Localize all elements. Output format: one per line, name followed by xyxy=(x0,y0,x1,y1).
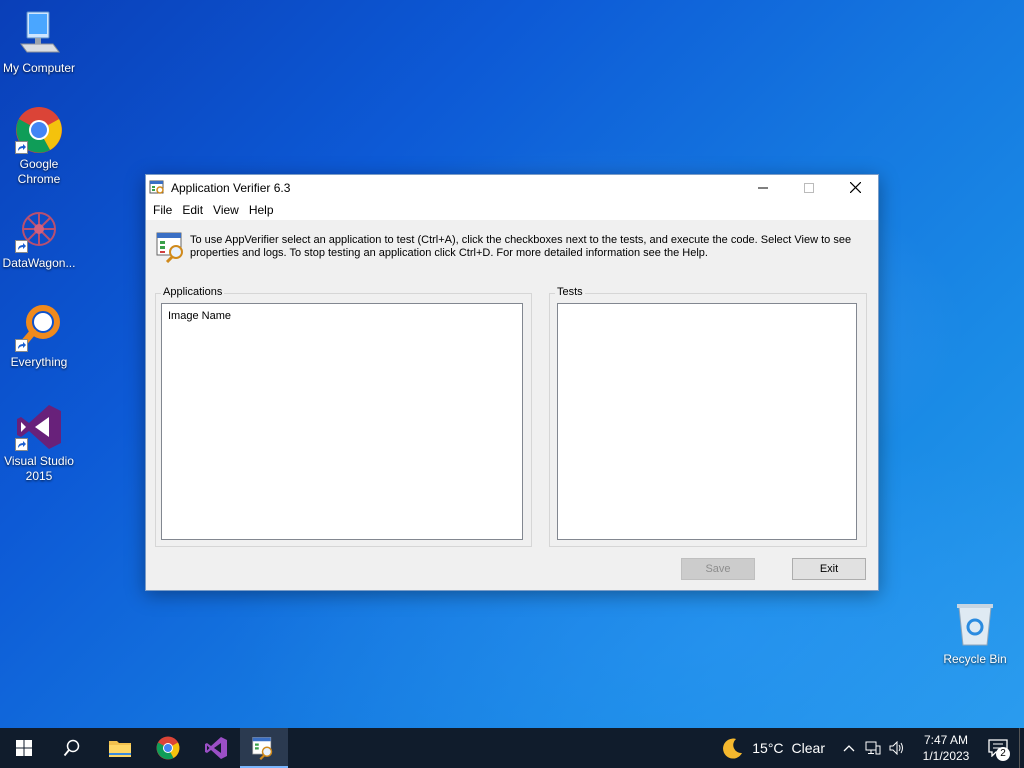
image-name-column-header[interactable]: Image Name xyxy=(168,310,231,322)
menu-view[interactable]: View xyxy=(208,200,244,220)
applications-list[interactable]: Image Name xyxy=(161,303,523,540)
chevron-up-icon xyxy=(843,745,855,752)
clock[interactable]: 7:47 AM 1/1/2023 xyxy=(915,732,977,764)
chrome-icon xyxy=(15,106,63,154)
visual-studio-icon xyxy=(205,737,227,759)
exit-button[interactable]: Exit xyxy=(792,558,866,580)
start-button[interactable] xyxy=(0,728,48,768)
system-tray: 15°C Clear 7:47 AM 1/1/2023 2 xyxy=(720,728,1024,768)
desktop-icon-label: Recycle Bin xyxy=(943,652,1007,666)
taskbar-visual-studio[interactable] xyxy=(192,728,240,768)
network-icon xyxy=(865,741,881,755)
menu-help[interactable]: Help xyxy=(244,200,279,220)
close-icon xyxy=(849,182,861,193)
weather-widget[interactable]: 15°C Clear xyxy=(720,736,825,760)
app-verifier-icon xyxy=(252,737,273,760)
close-button[interactable] xyxy=(832,175,878,200)
verifier-info-icon xyxy=(156,231,188,264)
shortcut-arrow-icon xyxy=(15,240,28,253)
maximize-button[interactable] xyxy=(786,175,832,200)
desktop-icon-label: Google Chrome xyxy=(17,157,61,186)
weather-condition: Clear xyxy=(791,740,825,756)
show-desktop-button[interactable] xyxy=(1019,728,1024,768)
shortcut-arrow-icon xyxy=(15,339,28,352)
tests-list[interactable] xyxy=(557,303,857,540)
desktop-icon-visual-studio[interactable]: Visual Studio 2015 xyxy=(0,403,78,484)
taskbar: 15°C Clear 7:47 AM 1/1/2023 2 xyxy=(0,728,1024,768)
tests-legend: Tests xyxy=(555,286,585,298)
taskbar-app-verifier[interactable] xyxy=(240,728,288,768)
show-hidden-icons-button[interactable] xyxy=(837,728,861,768)
computer-icon xyxy=(15,10,63,58)
datawagon-icon xyxy=(15,205,63,253)
folder-icon xyxy=(109,741,131,757)
search-icon xyxy=(63,739,80,757)
menu-bar: File Edit View Help xyxy=(146,200,878,220)
menu-file[interactable]: File xyxy=(148,200,177,220)
windows-logo-icon xyxy=(16,740,32,756)
desktop-icon-label: DataWagon... xyxy=(2,256,76,270)
desktop-icon-label: My Computer xyxy=(2,61,76,75)
notification-count-badge: 2 xyxy=(996,747,1010,761)
maximize-icon xyxy=(804,182,814,193)
desktop-icon-my-computer[interactable]: My Computer xyxy=(0,10,78,76)
menu-edit[interactable]: Edit xyxy=(177,200,208,220)
applications-legend: Applications xyxy=(161,286,225,298)
recycle-bin-icon xyxy=(951,601,999,649)
desktop-icon-google-chrome[interactable]: Google Chrome xyxy=(0,106,78,187)
info-text: To use AppVerifier select an application… xyxy=(190,234,852,259)
everything-search-icon xyxy=(15,304,63,352)
desktop-icon-label: Everything xyxy=(10,355,68,369)
minimize-button[interactable] xyxy=(740,175,786,200)
network-button[interactable] xyxy=(861,728,885,768)
desktop-icon-datawagon[interactable]: DataWagon... xyxy=(0,205,78,271)
desktop-icon-everything[interactable]: Everything xyxy=(0,304,78,370)
app-verifier-window: Application Verifier 6.3 File Edit View … xyxy=(145,174,879,591)
visual-studio-icon xyxy=(15,403,63,451)
minimize-icon xyxy=(758,187,768,188)
weather-temperature: 15°C xyxy=(752,740,784,756)
clock-date: 1/1/2023 xyxy=(922,749,970,763)
applications-group: Applications Image Name xyxy=(155,286,532,547)
tests-group: Tests xyxy=(549,286,867,547)
info-panel: To use AppVerifier select an application… xyxy=(156,231,866,265)
desktop-icon-label: Visual Studio 2015 xyxy=(4,454,74,483)
volume-button[interactable] xyxy=(885,728,909,768)
desktop-icon-recycle-bin[interactable]: Recycle Bin xyxy=(936,601,1014,667)
shortcut-arrow-icon xyxy=(15,141,28,154)
shortcut-arrow-icon xyxy=(15,438,28,451)
speaker-icon xyxy=(889,741,903,755)
moon-icon xyxy=(723,738,743,759)
window-title: Application Verifier 6.3 xyxy=(171,180,291,195)
app-verifier-icon xyxy=(149,180,165,196)
action-center-button[interactable]: 2 xyxy=(977,728,1019,768)
taskbar-chrome[interactable] xyxy=(144,728,192,768)
taskbar-file-explorer[interactable] xyxy=(96,728,144,768)
save-button[interactable]: Save xyxy=(681,558,755,580)
search-button[interactable] xyxy=(48,728,96,768)
chrome-icon xyxy=(156,736,180,760)
clock-time: 7:47 AM xyxy=(923,733,969,747)
title-bar[interactable]: Application Verifier 6.3 xyxy=(146,175,878,200)
